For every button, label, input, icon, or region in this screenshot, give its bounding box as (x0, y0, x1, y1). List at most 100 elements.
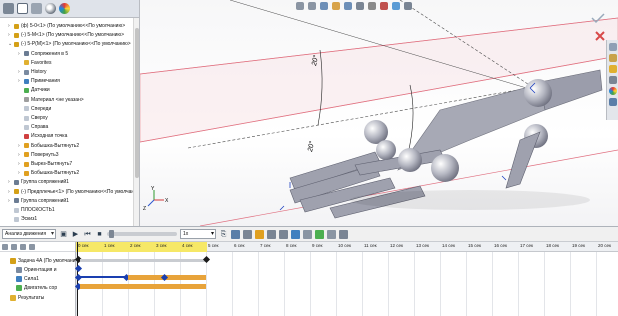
expander-icon[interactable] (8, 217, 12, 221)
filter-driving-icon[interactable] (11, 243, 17, 250)
timeline-row-motor[interactable] (74, 282, 618, 291)
contact-icon[interactable] (303, 229, 312, 239)
zoom-to-fit-icon[interactable] (296, 2, 304, 10)
damper-icon[interactable] (279, 229, 288, 239)
tree-item[interactable]: › Группа сопряжений1 (8, 197, 69, 205)
configuration-manager-tab-icon[interactable] (31, 3, 42, 14)
study-properties-icon[interactable] (339, 229, 348, 239)
view-orientation-icon[interactable] (344, 2, 352, 10)
expander-icon[interactable]: › (18, 143, 22, 148)
tree-item[interactable]: › Группа сопряжений1 (8, 178, 69, 186)
force-icon[interactable] (291, 229, 300, 239)
tree-item[interactable]: › Бобышка-Вытянуть2 (18, 142, 79, 150)
tree-item[interactable]: › (-) Предплечье<1> (По умолчанию<<По умо… (8, 188, 137, 196)
play-icon[interactable]: ▶ (71, 230, 80, 239)
key-point[interactable] (74, 264, 83, 273)
motion-tree-item[interactable]: Задача 4А (По умолчани (10, 256, 75, 265)
view-settings-icon[interactable] (404, 2, 412, 10)
section-view-icon[interactable] (332, 2, 340, 10)
expander-icon[interactable]: › (18, 51, 22, 56)
tree-item[interactable]: Спереди (18, 105, 51, 113)
save-animation-icon[interactable]: ⎘ (219, 230, 228, 239)
dimxpert-tab-icon[interactable] (45, 3, 56, 14)
playback-slider[interactable] (107, 230, 177, 238)
expander-icon[interactable]: › (8, 180, 12, 185)
expander-icon[interactable]: › (18, 162, 22, 167)
timeline-ruler[interactable]: 0 сек 1 сек 2 сек 3 сек 4 сек 5 сек 6 сек 7 сек… (76, 242, 618, 252)
expander-icon[interactable]: ⌄ (8, 42, 12, 47)
tree-item[interactable]: › Примечания (18, 77, 60, 85)
tree-item[interactable]: › Вырез-Вытянуть7 (18, 160, 72, 168)
expander-icon[interactable] (8, 208, 12, 212)
expander-icon[interactable] (18, 61, 22, 65)
hide-show-items-icon[interactable] (368, 2, 376, 10)
appearances-icon[interactable] (608, 87, 617, 95)
motion-tree-item[interactable]: Двигатель сор (16, 283, 57, 292)
playback-speed-select[interactable]: 1x (180, 229, 216, 239)
tree-item[interactable]: Эскиз1 (8, 215, 37, 223)
expander-icon[interactable]: › (18, 70, 22, 75)
tree-item[interactable]: › Сопряжения в 5 (18, 50, 68, 58)
tree-item[interactable]: › History (18, 68, 47, 76)
autokey-icon[interactable] (231, 229, 240, 239)
graphics-viewport[interactable]: 20° 20° Y X Z (140, 0, 618, 226)
expander-icon[interactable] (18, 125, 22, 129)
timeline-row-orientation[interactable] (74, 264, 618, 273)
tree-item[interactable]: Справа (18, 123, 48, 131)
tree-item[interactable]: › Бобышка-Вытянуть2 (18, 169, 79, 177)
expander-icon[interactable]: › (18, 79, 22, 84)
home-icon[interactable] (608, 43, 617, 51)
expander-icon[interactable]: › (18, 171, 22, 176)
filter-animated-icon[interactable] (2, 243, 8, 250)
tree-item[interactable]: › (ф) 5-0<1> (По умолчанию<<По умолчанию> (8, 22, 125, 30)
playback-slider-knob[interactable] (109, 230, 114, 238)
motion-tree-item[interactable]: Сила1 (16, 274, 39, 283)
previous-view-icon[interactable] (320, 2, 328, 10)
timeline-row-force[interactable] (74, 273, 618, 282)
expander-icon[interactable] (18, 134, 22, 138)
edit-appearance-icon[interactable] (380, 2, 388, 10)
tree-scrollbar[interactable] (133, 18, 139, 226)
design-library-icon[interactable] (608, 54, 617, 62)
stop-icon[interactable]: ■ (95, 230, 104, 239)
motion-timeline[interactable]: 0 сек 1 сек 2 сек 3 сек 4 сек 5 сек 6 сек 7 сек… (74, 242, 618, 316)
tree-scrollbar-thumb[interactable] (135, 28, 139, 178)
motion-tree-item[interactable]: Ориентация и (16, 265, 57, 274)
add-key-icon[interactable] (243, 229, 252, 239)
view-palette-icon[interactable] (608, 76, 617, 84)
file-explorer-icon[interactable] (608, 65, 617, 73)
expander-icon[interactable] (18, 88, 22, 92)
study-type-select[interactable]: Анализ движения (2, 229, 56, 239)
expander-icon[interactable]: › (18, 152, 22, 157)
display-manager-tab-icon[interactable] (59, 3, 70, 14)
tree-item[interactable]: Исходная точка (18, 132, 67, 140)
tree-item[interactable]: Материал <не указан> (18, 96, 84, 104)
motion-tree-item[interactable]: Результаты (10, 293, 44, 302)
timeline-row-assembly[interactable] (74, 255, 618, 264)
tree-item[interactable]: Favorites (18, 59, 52, 67)
tree-item[interactable]: › (-) 5-М<1> (По умолчанию<<По умолчанию> (8, 31, 124, 39)
property-manager-tab-icon[interactable] (17, 3, 28, 14)
custom-properties-icon[interactable] (608, 98, 617, 106)
expander-icon[interactable] (18, 98, 22, 102)
expander-icon[interactable]: › (8, 198, 12, 203)
filter-results-icon[interactable] (29, 243, 35, 250)
tree-item[interactable]: ⌄ (-) 5-Р(М)<1> (По умолчанию<<По умолчан… (8, 40, 131, 48)
tree-item[interactable]: Датчики (18, 86, 50, 94)
expander-icon[interactable]: › (8, 189, 12, 194)
tree-item[interactable]: Сверху (18, 114, 48, 122)
expander-icon[interactable] (18, 107, 22, 111)
tree-item[interactable]: › Повернуть3 (18, 151, 58, 159)
play-from-start-icon[interactable]: ⏮ (83, 230, 92, 239)
feature-tree-tab-icon[interactable] (3, 3, 14, 14)
display-style-icon[interactable] (356, 2, 364, 10)
results-plot-icon[interactable] (327, 229, 336, 239)
expander-icon[interactable]: › (8, 24, 12, 29)
filter-selected-icon[interactable] (20, 243, 26, 250)
expander-icon[interactable] (18, 116, 22, 120)
calculate-icon[interactable]: ▣ (59, 230, 68, 239)
zoom-area-icon[interactable] (308, 2, 316, 10)
gravity-icon[interactable] (315, 229, 324, 239)
spring-icon[interactable] (267, 229, 276, 239)
apply-scene-icon[interactable] (392, 2, 400, 10)
